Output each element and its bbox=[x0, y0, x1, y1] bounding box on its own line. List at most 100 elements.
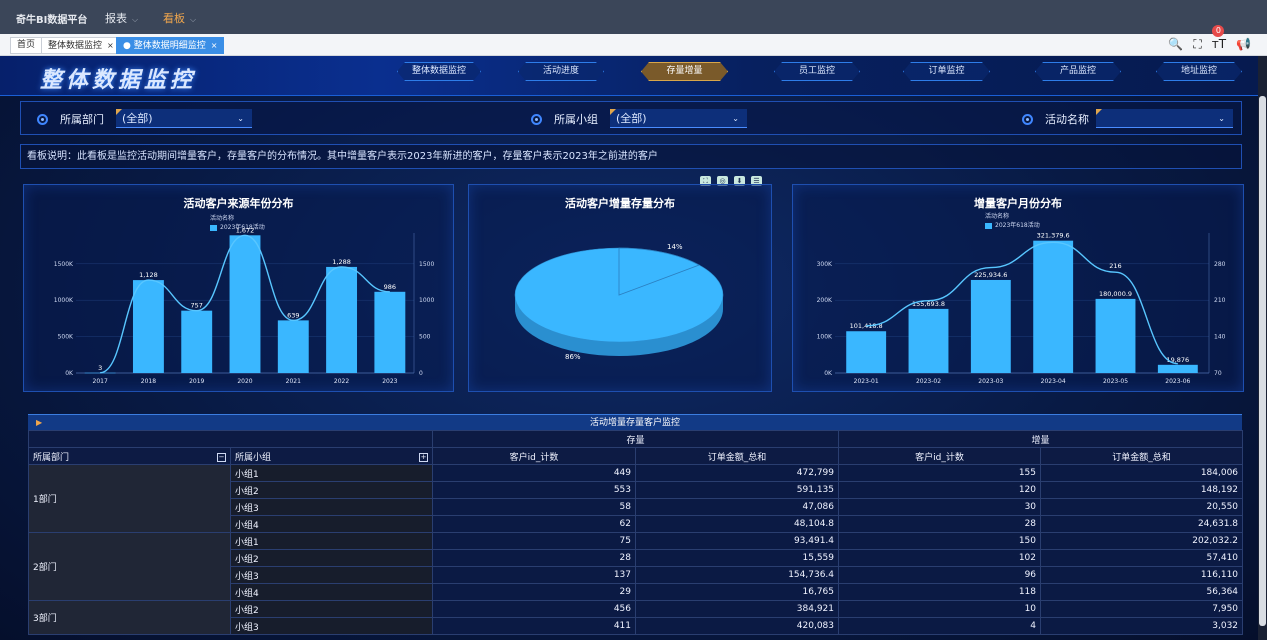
x-tick-label: 2017 bbox=[93, 378, 108, 385]
team-cell: 小组3 bbox=[230, 617, 433, 635]
table-row[interactable]: 2部门 小组1 75 93,491.4 150 202,032.2 bbox=[28, 532, 1244, 601]
tab-bar: 首页 整体数据监控 × ● 整体数据明细监控 × bbox=[0, 34, 1267, 56]
notification-icon[interactable]: 📢 bbox=[1236, 37, 1251, 52]
tab-home-label: 首页 bbox=[17, 40, 36, 50]
team-cell: 小组2 bbox=[230, 600, 433, 618]
menu-reports[interactable]: 报表 ⌵ bbox=[105, 10, 138, 26]
x-tick-label: 2023-03 bbox=[978, 378, 1003, 385]
y2-tick-label: 1000 bbox=[419, 297, 434, 304]
nav-product-monitor[interactable]: 产品监控 bbox=[1035, 62, 1121, 81]
table-row[interactable]: 3部门 小组2 456 384,921 10 7,950 bbox=[28, 600, 1244, 635]
bar bbox=[277, 320, 309, 373]
y-tick-label: 1000K bbox=[54, 297, 74, 304]
value-cell: 420,083 bbox=[634, 617, 840, 635]
y2-tick-label: 140 bbox=[1214, 334, 1226, 341]
value-cell: 155 bbox=[838, 464, 1042, 482]
scrollbar-thumb[interactable] bbox=[1259, 96, 1266, 626]
table-title: 活动增量存量客户监控 bbox=[589, 418, 680, 428]
activity-select[interactable]: ⌄ bbox=[1096, 109, 1233, 128]
value-cell: 202,032.2 bbox=[1040, 532, 1244, 550]
app-brand: 奇牛BI数据平台 bbox=[16, 15, 88, 26]
fullscreen-icon[interactable]: ⛶ bbox=[1193, 37, 1201, 52]
value-cell: 75 bbox=[432, 532, 636, 550]
team-select[interactable]: (全部) ⌄ bbox=[610, 109, 747, 128]
expand-icon[interactable]: + bbox=[419, 452, 428, 462]
radio-icon[interactable] bbox=[37, 113, 48, 125]
line-data-label: 216 bbox=[1109, 262, 1121, 270]
chevron-down-icon: ⌄ bbox=[237, 114, 244, 123]
value-cell: 3,032 bbox=[1040, 617, 1244, 635]
department-select[interactable]: (全部) ⌄ bbox=[116, 109, 252, 128]
page-scrollbar[interactable] bbox=[1258, 56, 1267, 640]
dashboard-title: 整体数据监控 bbox=[40, 68, 197, 93]
tab-overall-monitor-label: 整体数据监控 bbox=[48, 41, 103, 51]
data-label: 321,379.6 bbox=[1037, 232, 1070, 240]
font-size-icon[interactable]: ᴛT bbox=[1212, 37, 1226, 52]
radio-icon[interactable] bbox=[1022, 113, 1033, 125]
value-cell: 28 bbox=[838, 515, 1042, 533]
y-tick-label: 200K bbox=[817, 297, 833, 304]
nav-staff-monitor[interactable]: 员工监控 bbox=[774, 62, 860, 81]
y-tick-label: 500K bbox=[58, 334, 74, 341]
value-cell: 116,110 bbox=[1040, 566, 1244, 584]
value-cell: 591,135 bbox=[634, 481, 840, 499]
department-cell: 3部门 bbox=[28, 600, 231, 635]
nav-order-monitor[interactable]: 订单监控 bbox=[903, 62, 990, 81]
bar bbox=[229, 235, 261, 373]
data-label: 180,000.9 bbox=[1099, 290, 1132, 298]
filter-team: 所属小组 bbox=[531, 111, 598, 127]
filter-department: 所属部门 bbox=[37, 111, 104, 127]
column-header-stock-amount[interactable]: 订单金额_总和 bbox=[634, 447, 840, 465]
chevron-down-icon: ⌵ bbox=[190, 15, 197, 24]
nav-address-monitor[interactable]: 地址监控 bbox=[1156, 62, 1242, 81]
column-header-increment-amount[interactable]: 订单金额_总和 bbox=[1040, 447, 1244, 465]
team-cell: 小组3 bbox=[230, 566, 433, 584]
table-row[interactable]: 1部门 小组1 449 472,799 155 184,006 bbox=[28, 464, 1244, 533]
close-icon[interactable]: × bbox=[107, 41, 114, 50]
tab-overall-monitor[interactable]: 整体数据监控 × bbox=[41, 37, 121, 54]
group-header-stock: 存量 bbox=[431, 430, 840, 448]
stock-increment-pie: 14% 86% bbox=[514, 243, 724, 361]
value-cell: 62 bbox=[432, 515, 636, 533]
x-tick-label: 2023-04 bbox=[1041, 378, 1066, 385]
nav-activity-progress[interactable]: 活动进度 bbox=[518, 62, 604, 81]
month-increment-chart-panel: 增量客户月份分布 活动名称 2023年618活动 0K 100K 200K 300K 7… bbox=[792, 184, 1244, 392]
collapse-icon[interactable]: − bbox=[217, 452, 226, 462]
x-tick-label: 2023-01 bbox=[854, 378, 879, 385]
radio-icon[interactable] bbox=[531, 113, 542, 125]
y2-tick-label: 500 bbox=[419, 334, 431, 341]
column-header-team[interactable]: 所属小组 + bbox=[230, 447, 433, 465]
search-icon[interactable]: 🔍 bbox=[1168, 37, 1183, 52]
value-cell: 48,104.8 bbox=[634, 515, 840, 533]
team-cell: 小组3 bbox=[230, 498, 433, 516]
value-cell: 24,631.8 bbox=[1040, 515, 1244, 533]
x-tick-label: 2021 bbox=[286, 378, 301, 385]
value-cell: 553 bbox=[432, 481, 636, 499]
data-label: 986 bbox=[384, 283, 396, 291]
value-cell: 47,086 bbox=[634, 498, 840, 516]
column-label: 所属部门 bbox=[33, 452, 70, 463]
value-cell: 57,410 bbox=[1040, 549, 1244, 567]
menu-dashboards[interactable]: 看板 ⌵ bbox=[156, 10, 203, 36]
value-cell: 58 bbox=[432, 498, 636, 516]
dashboard-canvas: 整体数据监控 整体数据监控 活动进度 存量增量 员工监控 订单监控 产品监控 地… bbox=[0, 56, 1258, 640]
x-tick-label: 2019 bbox=[189, 378, 204, 385]
play-icon[interactable]: ▶ bbox=[36, 415, 42, 431]
value-cell: 15,559 bbox=[634, 549, 840, 567]
tab-overall-detail-monitor[interactable]: ● 整体数据明细监控 × bbox=[116, 37, 225, 54]
y2-tick-label: 0 bbox=[419, 370, 423, 377]
value-cell: 472,799 bbox=[634, 464, 840, 482]
nav-stock-increment[interactable]: 存量增量 bbox=[641, 62, 728, 81]
pie-label: 14% bbox=[667, 243, 683, 251]
department-select-value: (全部) bbox=[122, 112, 153, 125]
nav-overall[interactable]: 整体数据监控 bbox=[397, 62, 481, 81]
close-icon[interactable]: × bbox=[211, 41, 218, 50]
value-cell: 148,192 bbox=[1040, 481, 1244, 499]
column-header-increment-count[interactable]: 客户id_计数 bbox=[838, 447, 1042, 465]
tab-home[interactable]: 首页 bbox=[10, 37, 43, 54]
dot-icon: ● bbox=[123, 41, 134, 51]
dashboard-description: 看板说明：此看板是监控活动期间增量客户，存量客户的分布情况。其中增量客户表示20… bbox=[20, 144, 1242, 169]
column-header-stock-count[interactable]: 客户id_计数 bbox=[432, 447, 636, 465]
bar bbox=[1033, 240, 1074, 373]
column-header-department[interactable]: 所属部门 − bbox=[28, 447, 231, 465]
